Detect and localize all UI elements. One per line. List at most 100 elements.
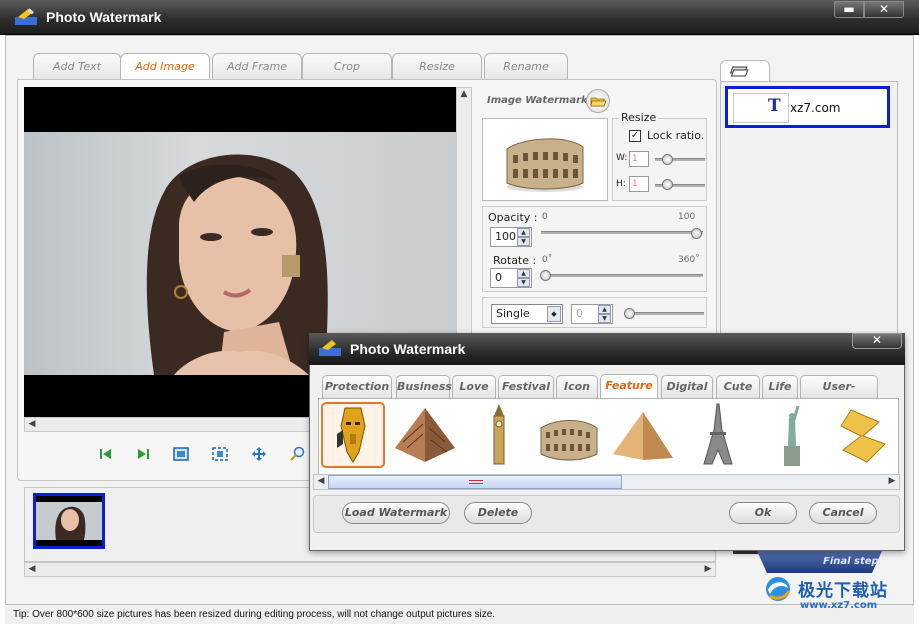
dialog-logo-icon — [319, 340, 341, 356]
category-tab-digital[interactable]: Digital — [661, 375, 713, 398]
rotate-max-label: 360˚ — [678, 255, 700, 265]
category-tab-user-defined[interactable]: User-defined — [800, 375, 878, 415]
scroll-up-icon[interactable]: ▲ — [457, 88, 471, 102]
opacity-max-label: 100 — [678, 212, 696, 222]
pyramid-icon — [613, 412, 673, 460]
resize-label: Resize — [619, 111, 659, 124]
chevron-down-icon[interactable]: ◆ — [547, 306, 561, 322]
category-tab-protection[interactable]: Protection — [322, 375, 392, 398]
close-button[interactable]: ✕ — [864, 1, 904, 18]
gallery-item-pyramid-carved[interactable] — [393, 402, 457, 468]
opacity-min-label: 0 — [542, 212, 548, 222]
tile-mode-select[interactable]: Single ◆ — [491, 304, 563, 324]
tab-resize[interactable]: Resize — [392, 53, 482, 80]
height-input[interactable]: 1 — [629, 176, 649, 192]
opacity-label: Opacity : — [488, 211, 538, 224]
move-icon[interactable] — [250, 446, 268, 462]
load-watermark-button[interactable]: Load Watermark — [342, 502, 450, 524]
filmstrip-thumbnail[interactable] — [33, 493, 105, 549]
gallery-item-eiffel-tower[interactable] — [686, 402, 750, 468]
category-tab-love[interactable]: Love — [452, 375, 496, 398]
app-logo-icon — [15, 8, 37, 25]
width-slider-knob[interactable] — [662, 154, 673, 165]
category-tab-icon[interactable]: Icon — [556, 375, 598, 398]
watermark-item-text: xz7.com — [790, 101, 841, 115]
category-tab-feature[interactable]: Feature — [600, 374, 658, 398]
window-title: Photo Watermark — [46, 9, 162, 25]
tab-crop[interactable]: Crop — [302, 53, 392, 80]
ok-button[interactable]: Ok — [729, 502, 797, 524]
minimize-button[interactable]: ▬ — [834, 1, 864, 18]
gallery-item-golden-coin[interactable] — [833, 402, 897, 468]
dialog-title: Photo Watermark — [350, 341, 466, 357]
watermark-thumbnail — [482, 118, 608, 201]
open-image-button[interactable] — [586, 89, 610, 113]
carved-pyramid-icon — [395, 408, 455, 462]
grip-icon — [469, 480, 483, 484]
colosseum-icon — [506, 138, 584, 192]
text-type-icon: T — [768, 96, 781, 116]
gallery-item-mask[interactable] — [321, 402, 385, 468]
dialog-close-button[interactable]: ✕ — [852, 333, 902, 349]
scroll-left-icon[interactable]: ◀ — [25, 418, 39, 432]
image-watermark-label: Image Watermark — [487, 95, 588, 106]
actual-size-icon[interactable] — [211, 446, 229, 462]
tile-count-spinner[interactable]: ▲ ▼ — [598, 305, 611, 323]
rotate-min-label: 0˚ — [542, 255, 553, 265]
filmstrip-hscrollbar[interactable]: ◀ ▶ — [24, 562, 716, 577]
scroll-left-icon[interactable]: ◀ — [314, 475, 328, 489]
tile-mode-value: Single — [496, 307, 530, 320]
lock-ratio-checkbox[interactable]: ✓ — [629, 130, 641, 142]
rotate-label: Rotate : — [493, 254, 537, 267]
zoom-in-icon[interactable] — [289, 446, 307, 462]
first-image-icon[interactable] — [97, 446, 115, 462]
gold-emblem-icon — [840, 409, 886, 463]
gallery-item-statue-of-liberty[interactable] — [760, 402, 824, 468]
category-tab-festival[interactable]: Festival — [498, 375, 554, 398]
category-tab-life[interactable]: Life — [762, 375, 798, 398]
gallery-item-big-ben[interactable] — [466, 402, 530, 468]
scroll-right-icon[interactable]: ▶ — [885, 475, 899, 489]
gallery-scroll-thumb[interactable] — [328, 475, 622, 489]
tab-rename[interactable]: Rename — [484, 53, 568, 80]
colosseum-icon — [540, 420, 598, 461]
opacity-slider-knob[interactable] — [691, 228, 702, 239]
delete-button[interactable]: Delete — [464, 502, 532, 524]
site-watermark-name: 极光下载站 — [798, 581, 888, 601]
tile-slider-knob[interactable] — [624, 308, 635, 319]
site-watermark-url: www.xz7.com — [800, 600, 878, 611]
width-label: W: — [616, 153, 628, 163]
opacity-slider-track[interactable] — [541, 231, 703, 234]
gallery-item-pyramid[interactable] — [611, 402, 675, 468]
gallery-item-colosseum[interactable] — [537, 402, 601, 468]
watermark-list-item[interactable]: T xz7.com — [725, 86, 890, 128]
fit-window-icon[interactable] — [172, 446, 190, 462]
tab-add-text[interactable]: Add Text — [33, 53, 121, 80]
category-tab-cute[interactable]: Cute — [716, 375, 760, 398]
height-slider-knob[interactable] — [662, 179, 673, 190]
height-label: H: — [616, 179, 626, 189]
tab-add-frame[interactable]: Add Frame — [212, 53, 302, 80]
scroll-right-icon[interactable]: ▶ — [701, 563, 715, 577]
tab-add-image[interactable]: Add Image — [120, 53, 210, 81]
watermark-list-tab[interactable] — [720, 60, 770, 82]
opacity-spinner[interactable]: ▲ ▼ — [517, 228, 530, 246]
scroll-left-icon[interactable]: ◀ — [25, 563, 39, 577]
rotate-slider-knob[interactable] — [540, 270, 551, 281]
last-image-icon[interactable] — [134, 446, 152, 462]
big-ben-icon — [493, 404, 505, 465]
category-tab-business[interactable]: Business — [396, 375, 452, 398]
status-bar: Tip: Over 800*600 size pictures has been… — [5, 604, 914, 624]
rotate-spinner[interactable]: ▲ ▼ — [517, 269, 530, 287]
rotate-slider-track[interactable] — [541, 274, 703, 277]
lock-ratio-label: Lock ratio. — [647, 129, 705, 142]
width-input[interactable]: 1 — [629, 151, 649, 167]
layers-icon — [729, 66, 749, 77]
tribal-mask-icon — [337, 407, 366, 463]
statue-of-liberty-icon — [784, 405, 800, 466]
final-step-button[interactable]: Final step — [757, 551, 882, 573]
tile-slider-track[interactable] — [625, 312, 704, 315]
folder-open-icon — [590, 97, 607, 107]
eiffel-tower-icon — [703, 403, 733, 465]
cancel-button[interactable]: Cancel — [809, 502, 877, 524]
